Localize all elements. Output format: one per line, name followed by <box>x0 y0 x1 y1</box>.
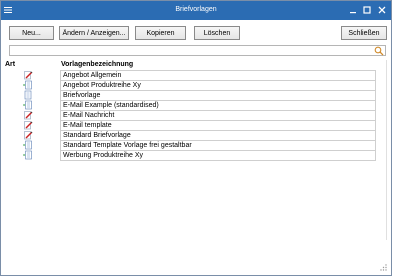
copy-button[interactable]: Kopieren <box>135 26 186 40</box>
document-arrow-icon <box>23 80 35 90</box>
template-table: Art Vorlagenbezeichnung Angebot Allgemei… <box>3 60 376 161</box>
maximize-icon <box>363 6 371 14</box>
edit-pencil-icon <box>23 70 35 80</box>
maximize-button[interactable] <box>360 3 374 17</box>
document-arrow-icon <box>23 100 35 110</box>
close-window-button[interactable] <box>375 3 389 17</box>
briefvorlagen-window: Briefvorlagen Neu... Ändern / Anzeigen..… <box>0 0 392 276</box>
table-row[interactable]: Angebot Produktreihe Xy <box>3 80 376 91</box>
list-edge <box>386 60 387 240</box>
new-button[interactable]: Neu... <box>9 26 54 40</box>
search-input[interactable] <box>12 46 372 55</box>
table-header: Art Vorlagenbezeichnung <box>3 60 372 70</box>
search-box[interactable] <box>9 45 386 56</box>
resize-grip-icon[interactable] <box>379 263 387 271</box>
document-arrow-icon <box>23 150 35 160</box>
edit-pencil-icon <box>23 130 35 140</box>
close-button[interactable]: Schließen <box>341 26 387 40</box>
table-row[interactable]: Standard Briefvorlage <box>3 130 376 141</box>
search-icon[interactable] <box>374 46 384 56</box>
table-row[interactable]: E-Mail Nachricht <box>3 110 376 121</box>
delete-button[interactable]: Löschen <box>194 26 240 40</box>
table-row[interactable]: Standard Template Vorlage frei gestaltba… <box>3 140 376 151</box>
window-title: Briefvorlagen <box>175 6 217 13</box>
document-arrow-icon <box>23 140 35 150</box>
close-icon <box>378 6 386 14</box>
column-header-art[interactable]: Art <box>5 61 15 68</box>
edit-pencil-icon <box>23 110 35 120</box>
template-name-cell[interactable]: Werbung Produktreihe Xy <box>60 150 376 161</box>
minimize-button[interactable] <box>346 3 360 17</box>
edit-pencil-icon <box>23 120 35 130</box>
table-row[interactable]: E-Mail Example (standardised) <box>3 100 376 111</box>
table-row[interactable]: E-Mail template <box>3 120 376 131</box>
table-row[interactable]: Briefvorlage <box>3 90 376 101</box>
edit-view-button[interactable]: Ändern / Anzeigen... <box>59 26 129 40</box>
column-header-vorlagenbezeichnung[interactable]: Vorlagenbezeichnung <box>61 61 133 68</box>
title-bar[interactable]: Briefvorlagen <box>1 1 391 20</box>
table-row[interactable]: Werbung Produktreihe Xy <box>3 150 376 161</box>
document-icon <box>23 90 35 100</box>
table-row[interactable]: Angebot Allgemein <box>3 70 376 81</box>
minimize-icon <box>350 12 356 14</box>
